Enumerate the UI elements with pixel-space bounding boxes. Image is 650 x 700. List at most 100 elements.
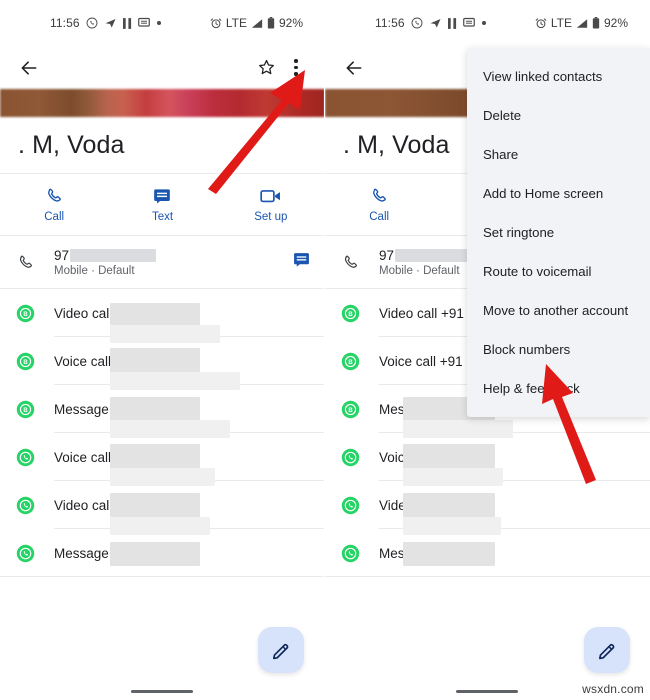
whatsapp-business-icon: B bbox=[16, 400, 54, 419]
whatsapp-icon bbox=[341, 496, 379, 515]
whatsapp-icon bbox=[16, 544, 54, 563]
star-icon[interactable] bbox=[251, 53, 281, 83]
list-item-label: Message + bbox=[54, 401, 121, 417]
svg-text:B: B bbox=[23, 360, 28, 366]
dot-icon bbox=[481, 20, 487, 26]
dot-icon bbox=[156, 20, 162, 26]
menu-item-delete[interactable]: Delete bbox=[467, 96, 650, 135]
overflow-menu-button[interactable] bbox=[281, 53, 311, 83]
action-text-label: Text bbox=[151, 211, 174, 223]
app-bar-left bbox=[0, 46, 325, 89]
phone-number-value: 97 bbox=[54, 248, 292, 263]
phone-number-row[interactable]: 97 Mobile · Default bbox=[0, 236, 325, 289]
list-item[interactable]: Video call · bbox=[0, 481, 325, 529]
status-bar-right: LTE 92% bbox=[535, 16, 628, 30]
contact-cover-photo bbox=[0, 89, 325, 117]
list-item-label: Voice call +91 9 bbox=[379, 449, 474, 465]
list-item[interactable]: B Video call · bbox=[0, 289, 325, 337]
watermark: wsxdn.com bbox=[582, 682, 644, 696]
svg-text:B: B bbox=[23, 408, 28, 414]
list-item-label: Message + bbox=[54, 545, 121, 561]
gesture-nav-pill[interactable] bbox=[456, 690, 518, 694]
whatsapp-icon bbox=[411, 17, 423, 29]
svg-text:B: B bbox=[348, 408, 353, 414]
whatsapp-icon bbox=[16, 496, 54, 515]
list-item[interactable]: Voice call +91 9 bbox=[325, 433, 650, 481]
status-bar: 11:56 LTE 92% bbox=[325, 0, 650, 46]
list-item-label: Video call +91 9 bbox=[379, 497, 476, 513]
whatsapp-icon bbox=[86, 17, 98, 29]
signal-icon bbox=[251, 18, 263, 29]
list-item[interactable]: B Voice call + bbox=[0, 337, 325, 385]
menu-item-set-ringtone[interactable]: Set ringtone bbox=[467, 213, 650, 252]
list-item[interactable]: Video call +91 9 bbox=[325, 481, 650, 529]
whatsapp-business-icon: B bbox=[16, 352, 54, 371]
list-item-label: Voice call + bbox=[54, 353, 123, 369]
whatsapp-business-icon: B bbox=[341, 400, 379, 419]
edit-contact-fab[interactable] bbox=[584, 627, 630, 673]
send-message-icon[interactable] bbox=[292, 250, 311, 274]
left-phone-panel: 11:56 LTE 92% . M, Voda Call Text Set up… bbox=[0, 0, 325, 700]
menu-item-block-numbers[interactable]: Block numbers bbox=[467, 330, 650, 369]
screenshot-root: 11:56 LTE 92% . M, Voda Call Text Set up… bbox=[0, 0, 650, 700]
list-item[interactable]: Voice call · bbox=[0, 433, 325, 481]
back-button[interactable] bbox=[339, 53, 369, 83]
edit-contact-fab[interactable] bbox=[258, 627, 304, 673]
alarm-icon bbox=[210, 17, 222, 29]
back-button[interactable] bbox=[14, 53, 44, 83]
menu-item-view-linked-contacts[interactable]: View linked contacts bbox=[467, 57, 650, 96]
menu-item-add-to-home-screen[interactable]: Add to Home screen bbox=[467, 174, 650, 213]
alarm-icon bbox=[535, 17, 547, 29]
page-title: . M, Voda bbox=[18, 130, 125, 159]
network-type-label: LTE bbox=[225, 16, 247, 30]
battery-icon bbox=[592, 17, 600, 29]
phone-icon bbox=[341, 253, 379, 272]
phone-icon bbox=[16, 253, 54, 272]
action-call[interactable]: Call bbox=[0, 186, 108, 223]
battery-percent-label: 92% bbox=[603, 16, 628, 30]
action-call[interactable]: Call bbox=[325, 186, 433, 223]
status-bar-left: 11:56 bbox=[375, 16, 487, 30]
divider bbox=[0, 576, 325, 577]
gesture-nav-pill[interactable] bbox=[131, 690, 193, 694]
telegram-icon bbox=[104, 17, 117, 29]
whatsapp-icon bbox=[341, 448, 379, 467]
contact-name-row: . M, Voda bbox=[0, 117, 325, 174]
menu-item-share[interactable]: Share bbox=[467, 135, 650, 174]
menu-item-help-and-feedback[interactable]: Help & feedback bbox=[467, 369, 650, 408]
list-item[interactable]: Message + bbox=[0, 529, 325, 577]
battery-percent-label: 92% bbox=[278, 16, 303, 30]
status-bar: 11:56 LTE 92% bbox=[0, 0, 325, 46]
action-setup[interactable]: Set up bbox=[217, 186, 325, 223]
svg-text:B: B bbox=[23, 312, 28, 318]
whatsapp-rows-left: B Video call · B Voice call + B Message … bbox=[0, 289, 325, 577]
action-call-label: Call bbox=[44, 211, 65, 223]
whatsapp-business-icon: B bbox=[341, 352, 379, 371]
status-time: 11:56 bbox=[375, 16, 405, 30]
list-item-label: Video call · bbox=[54, 497, 121, 513]
page-title: . M, Voda bbox=[343, 130, 450, 159]
list-item[interactable]: Message +91 9 bbox=[325, 529, 650, 577]
message-icon bbox=[462, 17, 475, 29]
menu-item-route-to-voicemail[interactable]: Route to voicemail bbox=[467, 252, 650, 291]
telegram-icon bbox=[429, 17, 442, 29]
pause-icon bbox=[122, 17, 132, 29]
svg-text:B: B bbox=[348, 312, 353, 318]
quick-actions-left: Call Text Set up bbox=[0, 174, 325, 236]
status-bar-left: 11:56 bbox=[50, 16, 162, 30]
pause-icon bbox=[447, 17, 457, 29]
menu-item-move-to-another-account[interactable]: Move to another account bbox=[467, 291, 650, 330]
action-text[interactable]: Text bbox=[108, 186, 216, 223]
whatsapp-icon bbox=[16, 448, 54, 467]
action-call-label: Call bbox=[369, 211, 390, 223]
status-time: 11:56 bbox=[50, 16, 80, 30]
panel-divider bbox=[324, 0, 325, 700]
network-type-label: LTE bbox=[550, 16, 572, 30]
phone-text-block: 97 Mobile · Default bbox=[54, 248, 292, 277]
status-bar-right: LTE 92% bbox=[210, 16, 303, 30]
list-item[interactable]: B Message + bbox=[0, 385, 325, 433]
three-dots-icon bbox=[294, 59, 298, 76]
message-icon bbox=[137, 17, 150, 29]
list-item-label: Message +91 9 bbox=[379, 401, 472, 417]
whatsapp-icon bbox=[341, 544, 379, 563]
